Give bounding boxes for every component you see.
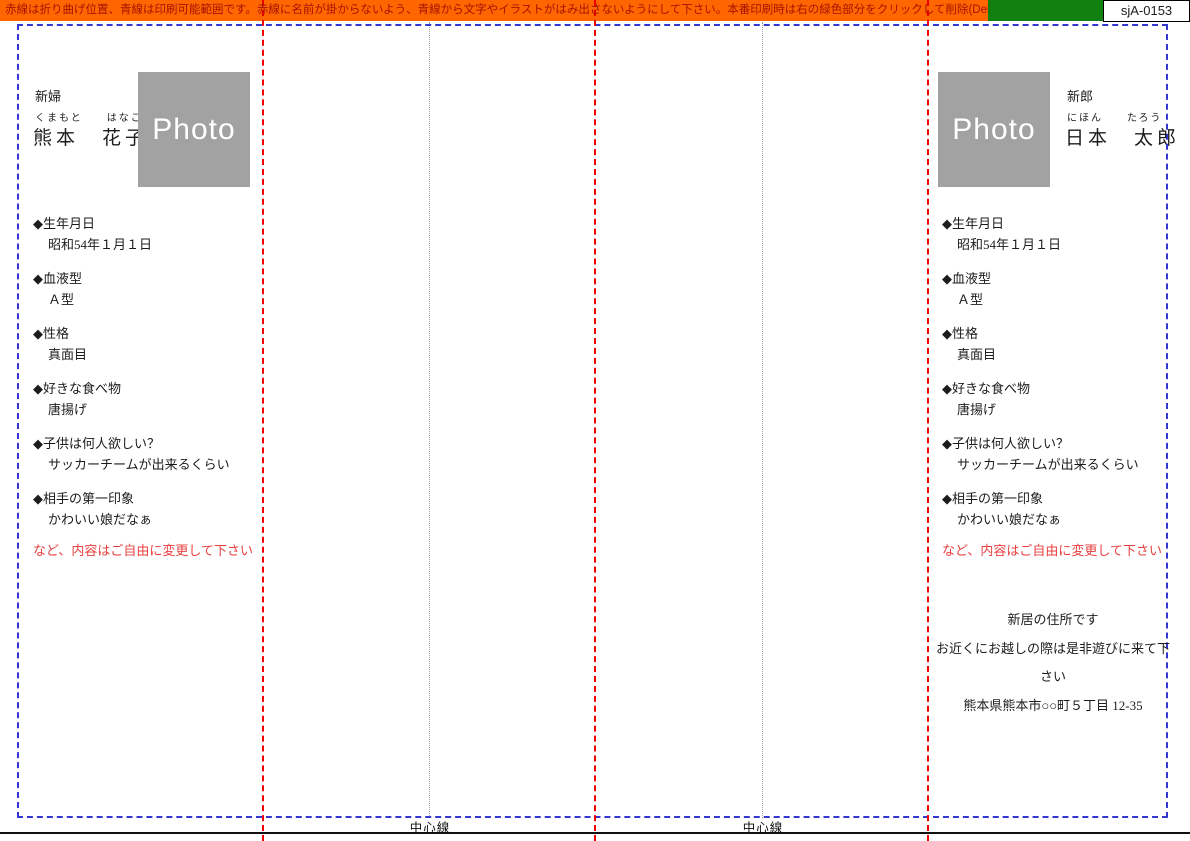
profile-item-value: かわいい娘だなぁ — [942, 509, 1180, 530]
bride-role-label: 新婦 — [35, 86, 61, 105]
profile-item-label: ◆生年月日 — [942, 213, 1180, 234]
delete-green-block[interactable] — [988, 0, 1103, 21]
template-canvas: 赤線は折り曲げ位置、青線は印刷可能範囲です。赤線に名前が掛からないよう、青線から… — [0, 0, 1190, 841]
template-code-box: sjA-0153 — [1103, 0, 1190, 22]
profile-item-value: サッカーチームが出来るくらい — [942, 454, 1180, 475]
profile-item: ◆性格 真面目 — [33, 323, 271, 365]
instruction-bar: 赤線は折り曲げ位置、青線は印刷可能範囲です。赤線に名前が掛からないよう、青線から… — [0, 0, 988, 21]
profile-item: ◆血液型 Ａ型 — [942, 268, 1180, 310]
profile-item: ◆相手の第一印象 かわいい娘だなぁ — [33, 488, 271, 530]
bride-name: 熊本 花子 — [33, 123, 148, 150]
profile-item-label: ◆性格 — [33, 323, 271, 344]
groom-name: 日本 太郎 — [1065, 123, 1180, 150]
profile-item: ◆子供は何人欲しい？ サッカーチームが出来るくらい — [942, 433, 1180, 475]
profile-item-value: Ａ型 — [33, 289, 271, 310]
template-code: sjA-0153 — [1121, 3, 1172, 18]
profile-item-label: ◆相手の第一印象 — [942, 488, 1180, 509]
bride-photo-placeholder[interactable]: Photo — [138, 72, 250, 187]
address-line: 新居の住所です — [936, 606, 1170, 635]
profile-item-label: ◆血液型 — [942, 268, 1180, 289]
profile-item-label: ◆性格 — [942, 323, 1180, 344]
profile-item: ◆生年月日 昭和54年１月１日 — [33, 213, 271, 255]
profile-item: ◆血液型 Ａ型 — [33, 268, 271, 310]
address-line: お近くにお越しの際は是非遊びに来て下さい — [936, 635, 1170, 692]
profile-item: ◆好きな食べ物 唐揚げ — [942, 378, 1180, 420]
profile-item-value: Ａ型 — [942, 289, 1180, 310]
profile-item-label: ◆好きな食べ物 — [33, 378, 271, 399]
center-line-left — [429, 22, 430, 818]
bride-edit-note: など、内容はご自由に変更して下さい — [33, 540, 253, 559]
profile-item: ◆生年月日 昭和54年１月１日 — [942, 213, 1180, 255]
new-home-address: 新居の住所です お近くにお越しの際は是非遊びに来て下さい 熊本県熊本市○○町５丁… — [936, 606, 1170, 720]
profile-item: ◆子供は何人欲しい？ サッカーチームが出来るくらい — [33, 433, 271, 475]
center-line-right — [762, 22, 763, 818]
profile-item-label: ◆生年月日 — [33, 213, 271, 234]
address-line: 熊本県熊本市○○町５丁目 12-35 — [936, 692, 1170, 721]
profile-item: ◆相手の第一印象 かわいい娘だなぁ — [942, 488, 1180, 530]
profile-item-label: ◆子供は何人欲しい？ — [33, 433, 271, 454]
bride-profile-list: ◆生年月日 昭和54年１月１日 ◆血液型 Ａ型 ◆性格 真面目 ◆好きな食べ物 … — [33, 213, 271, 543]
profile-item: ◆性格 真面目 — [942, 323, 1180, 365]
profile-item-value: 昭和54年１月１日 — [942, 234, 1180, 255]
groom-photo-label: Photo — [952, 113, 1035, 147]
fold-line-left — [262, 0, 264, 841]
profile-item-value: 真面目 — [33, 344, 271, 365]
profile-item-label: ◆好きな食べ物 — [942, 378, 1180, 399]
groom-profile-list: ◆生年月日 昭和54年１月１日 ◆血液型 Ａ型 ◆性格 真面目 ◆好きな食べ物 … — [942, 213, 1180, 543]
profile-item-value: 唐揚げ — [942, 399, 1180, 420]
profile-item-label: ◆血液型 — [33, 268, 271, 289]
groom-furigana: にほん たろう — [1067, 109, 1162, 124]
profile-item-label: ◆相手の第一印象 — [33, 488, 271, 509]
bride-furigana: くまもと はなこ — [35, 109, 143, 124]
groom-edit-note: など、内容はご自由に変更して下さい — [942, 540, 1162, 559]
profile-item-value: 唐揚げ — [33, 399, 271, 420]
profile-item-label: ◆子供は何人欲しい？ — [942, 433, 1180, 454]
instruction-text: 赤線は折り曲げ位置、青線は印刷可能範囲です。赤線に名前が掛からないよう、青線から… — [0, 0, 988, 21]
groom-photo-placeholder[interactable]: Photo — [938, 72, 1050, 187]
groom-role-label: 新郎 — [1067, 86, 1093, 105]
center-line-label-left: 中心線 — [370, 817, 490, 836]
bride-photo-label: Photo — [152, 113, 235, 147]
center-line-label-right: 中心線 — [703, 817, 823, 836]
profile-item-value: 昭和54年１月１日 — [33, 234, 271, 255]
profile-item-value: 真面目 — [942, 344, 1180, 365]
profile-item-value: サッカーチームが出来るくらい — [33, 454, 271, 475]
profile-item-value: かわいい娘だなぁ — [33, 509, 271, 530]
profile-item: ◆好きな食べ物 唐揚げ — [33, 378, 271, 420]
fold-line-middle — [594, 0, 596, 841]
fold-line-right — [927, 0, 929, 841]
